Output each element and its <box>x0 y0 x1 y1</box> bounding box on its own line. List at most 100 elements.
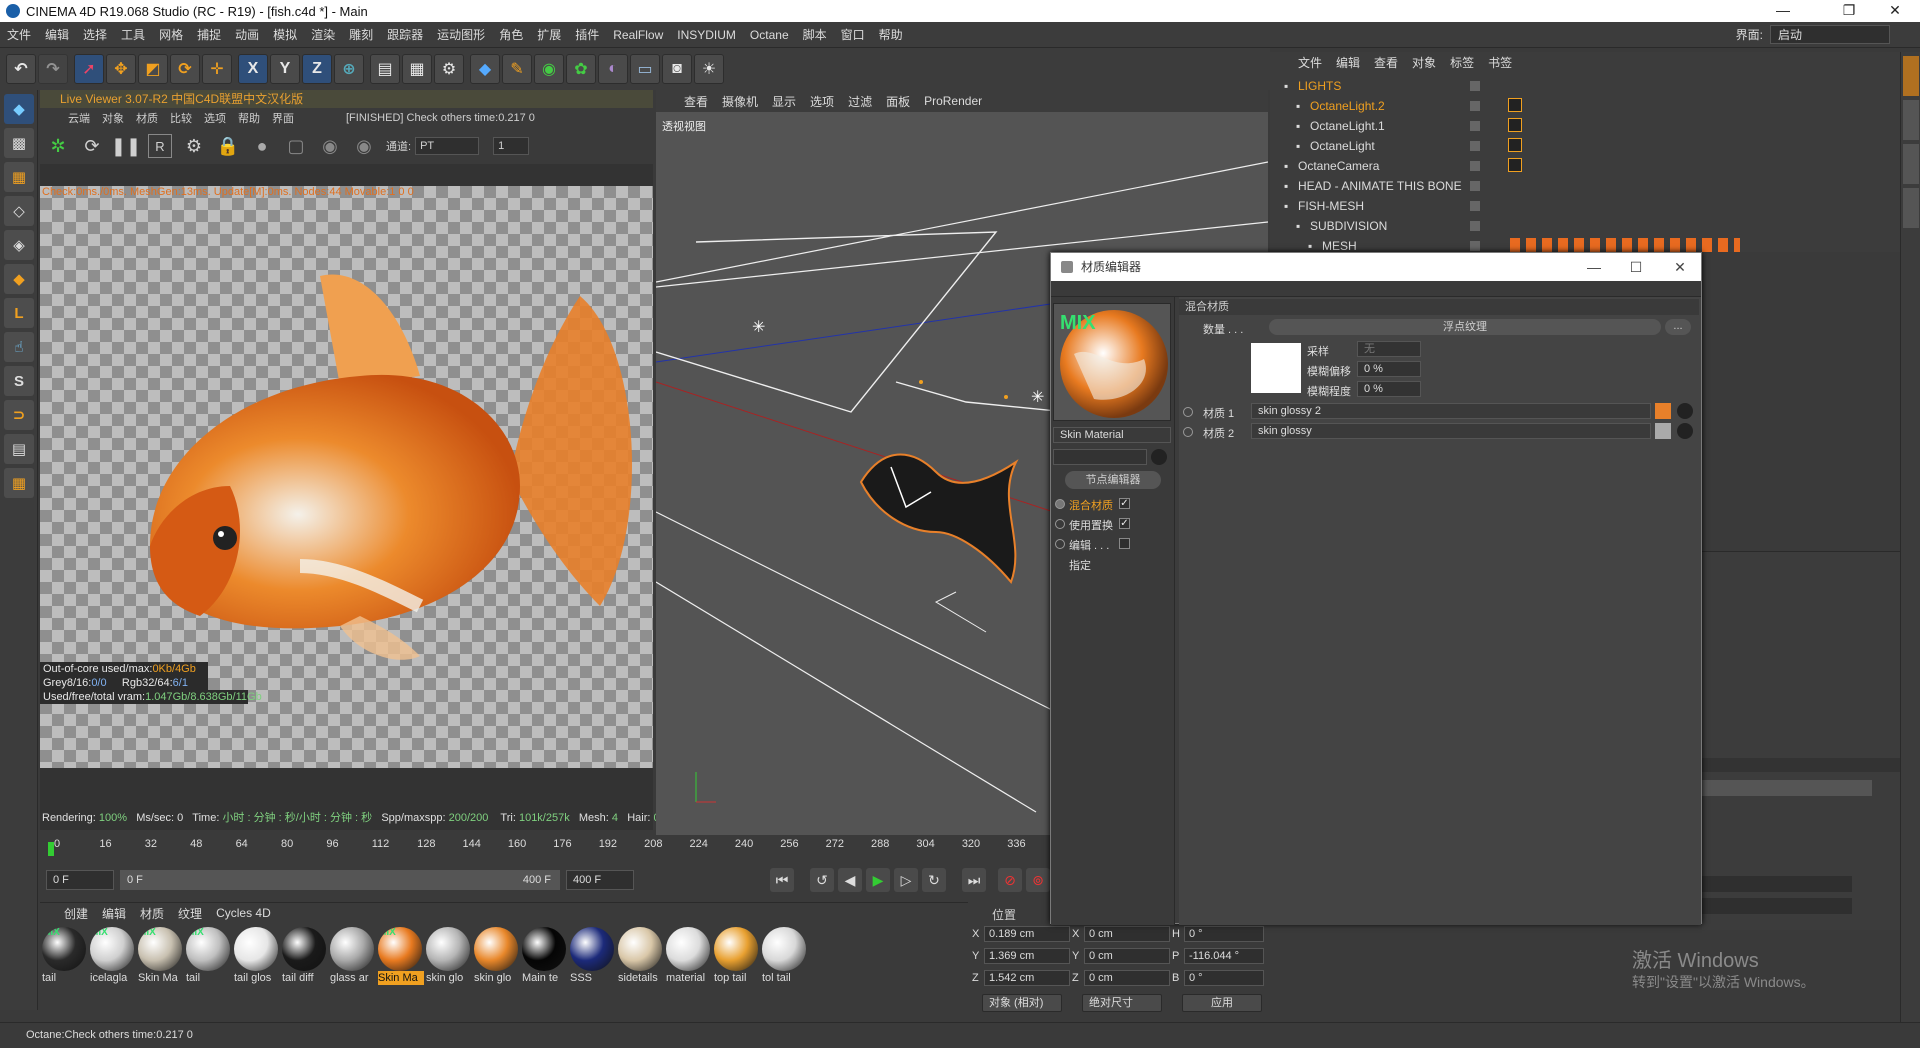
world-icon[interactable]: ⊕ <box>334 54 364 84</box>
subdivision-icon[interactable]: ◉ <box>534 54 564 84</box>
material-swatch[interactable]: MIX tail <box>186 927 233 985</box>
node-editor-button[interactable]: 节点编辑器 <box>1065 471 1161 489</box>
menu-snap[interactable]: 捕捉 <box>190 26 228 43</box>
tweak-icon[interactable]: ☝ <box>4 332 34 362</box>
visibility-toggle[interactable] <box>1470 181 1480 191</box>
octane-tag-icon[interactable] <box>1508 158 1522 172</box>
polygons-mode-icon[interactable]: ◆ <box>4 264 34 294</box>
menu-help[interactable]: 帮助 <box>872 26 910 43</box>
undo-icon[interactable]: ↶ <box>6 54 36 84</box>
select-icon[interactable]: ➚ <box>74 54 104 84</box>
frame-range-slider[interactable]: 0 F 400 F <box>120 870 560 890</box>
channel-radio-mix[interactable] <box>1055 499 1065 509</box>
size-mode-select[interactable]: 绝对尺寸 <box>1082 994 1162 1012</box>
vp-menu-camera[interactable]: 摄像机 <box>722 93 758 110</box>
snap-icon[interactable]: S <box>4 366 34 396</box>
object-row[interactable]: ▪ OctaneLight <box>1270 136 1902 156</box>
mat1-link-field[interactable]: skin glossy 2 <box>1251 403 1651 419</box>
tab-layers[interactable] <box>1903 188 1919 228</box>
prev-frame-icon[interactable]: ◀ <box>838 868 862 892</box>
floor-icon[interactable]: ▭ <box>630 54 660 84</box>
y-axis-icon[interactable]: Y <box>270 54 300 84</box>
render-canvas[interactable]: Check:0ms./0ms. MeshGen:13ms. Update[M]:… <box>40 186 653 768</box>
mm-menu-texture[interactable]: 纹理 <box>178 905 202 922</box>
mm-menu-create[interactable]: 创建 <box>64 905 88 922</box>
play-icon[interactable]: ▶ <box>866 868 890 892</box>
pause-icon[interactable]: ❚❚ <box>111 134 141 158</box>
mesh-tags-row[interactable] <box>1510 238 1740 252</box>
visibility-toggle[interactable] <box>1470 221 1480 231</box>
menu-realflow[interactable]: RealFlow <box>606 28 670 42</box>
pos-x-field[interactable]: 0.189 cm <box>984 926 1070 942</box>
render-picture-icon[interactable]: ▦ <box>402 54 432 84</box>
size-y-field[interactable]: 0 cm <box>1084 948 1170 964</box>
menu-character[interactable]: 角色 <box>492 26 530 43</box>
focus-picker-icon[interactable]: ◉ <box>318 134 342 158</box>
autokey-icon[interactable]: ⊚ <box>1026 868 1050 892</box>
picker-icon[interactable] <box>1151 449 1167 465</box>
me-close-button[interactable]: ✕ <box>1657 253 1703 281</box>
menu-extensions[interactable]: 扩展 <box>530 26 568 43</box>
render-settings-icon[interactable]: ⚙ <box>434 54 464 84</box>
sampling-select[interactable]: 无 <box>1357 341 1421 357</box>
axis-mode-icon[interactable]: L <box>4 298 34 328</box>
material-name-field[interactable]: Skin Material <box>1053 427 1171 443</box>
object-name[interactable]: SUBDIVISION <box>1310 216 1387 236</box>
object-name[interactable]: OctaneLight.1 <box>1310 116 1385 136</box>
om-menu-objects[interactable]: 对象 <box>1412 54 1436 71</box>
visibility-toggle[interactable] <box>1470 201 1480 211</box>
menu-animate[interactable]: 动画 <box>228 26 266 43</box>
om-menu-edit[interactable]: 编辑 <box>1336 54 1360 71</box>
object-row[interactable]: ▪ LIGHTS <box>1270 76 1902 96</box>
vp-menu-prorender[interactable]: ProRender <box>924 94 982 108</box>
channel-assign-label[interactable]: 指定 <box>1069 557 1091 573</box>
scale-icon[interactable]: ◩ <box>138 54 168 84</box>
lv-menu-objects[interactable]: 对象 <box>102 110 124 126</box>
menu-simulate[interactable]: 模拟 <box>266 26 304 43</box>
object-row[interactable]: ▪ SUBDIVISION <box>1270 216 1902 236</box>
vp-menu-panel[interactable]: 面板 <box>886 93 910 110</box>
menu-file[interactable]: 文件 <box>0 26 38 43</box>
blur-offset-field[interactable]: 0 % <box>1357 361 1421 377</box>
lv-menu-interface[interactable]: 界面 <box>272 110 294 126</box>
channel-radio-edit[interactable] <box>1055 539 1065 549</box>
attr-texture-2[interactable] <box>1702 898 1852 914</box>
menu-render[interactable]: 渲染 <box>304 26 342 43</box>
menu-octane[interactable]: Octane <box>743 28 796 42</box>
attr-field[interactable] <box>1702 780 1872 796</box>
material-swatch[interactable]: tail diff <box>282 927 329 985</box>
channel-displacement-label[interactable]: 使用置换 <box>1069 517 1113 533</box>
rot-p-field[interactable]: -116.044 ° <box>1184 948 1264 964</box>
object-row[interactable]: ▪ FISH-MESH <box>1270 196 1902 216</box>
mat1-picker-icon[interactable] <box>1677 403 1693 419</box>
workplane-icon[interactable]: ▦ <box>4 162 34 192</box>
mat1-radio[interactable] <box>1183 407 1193 417</box>
move-icon[interactable]: ✥ <box>106 54 136 84</box>
material-swatch[interactable]: Main te <box>522 927 569 985</box>
attr-texture-1[interactable] <box>1702 876 1852 892</box>
material-swatch[interactable]: glass ar <box>330 927 377 985</box>
prev-key-icon[interactable]: ↺ <box>810 868 834 892</box>
material-swatch[interactable]: tail glos <box>234 927 281 985</box>
menu-mograph[interactable]: 运动图形 <box>430 26 492 43</box>
camera-icon[interactable]: ◙ <box>662 54 692 84</box>
region-icon[interactable]: R <box>148 134 172 158</box>
lv-menu-materials[interactable]: 材质 <box>136 110 158 126</box>
material-swatch[interactable]: skin glo <box>474 927 521 985</box>
mat2-radio[interactable] <box>1183 427 1193 437</box>
deformer-icon[interactable]: ◐ <box>598 54 628 84</box>
visibility-toggle[interactable] <box>1470 141 1480 151</box>
lv-menu-cloud[interactable]: 云端 <box>68 110 90 126</box>
visibility-toggle[interactable] <box>1470 161 1480 171</box>
pos-y-field[interactable]: 1.369 cm <box>984 948 1070 964</box>
cube-icon[interactable]: ◆ <box>470 54 500 84</box>
model-mode-icon[interactable]: ◆ <box>4 94 34 124</box>
mm-menu-cycles4d[interactable]: Cycles 4D <box>216 906 271 920</box>
octane-tag-icon[interactable] <box>1508 138 1522 152</box>
object-name[interactable]: FISH-MESH <box>1298 196 1364 216</box>
channel-mix-label[interactable]: 混合材质 <box>1069 497 1113 513</box>
texture-mode-icon[interactable]: ▩ <box>4 128 34 158</box>
menu-mesh[interactable]: 网格 <box>152 26 190 43</box>
object-row[interactable]: ▪ HEAD - ANIMATE THIS BONE <box>1270 176 1902 196</box>
apply-button[interactable]: 应用 <box>1182 994 1262 1012</box>
